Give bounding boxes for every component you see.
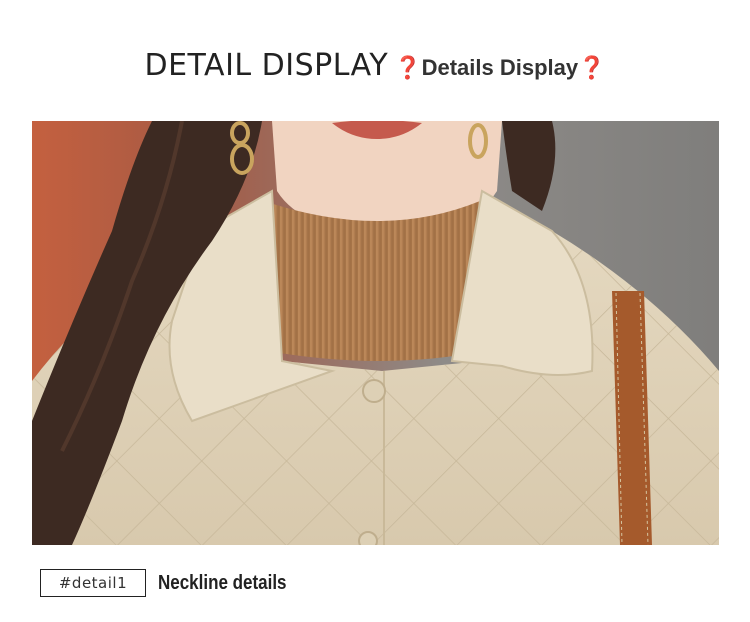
detail-tag: #detail1 [40,569,146,597]
detail-footer: #detail1 Neckline details [40,568,309,598]
section-subtitle: ❓Details Display❓ [394,55,606,81]
section-header: DETAIL DISPLAY ❓Details Display❓ [0,40,750,90]
product-detail-photo [32,121,719,545]
section-title: DETAIL DISPLAY [144,47,389,83]
detail-caption: Neckline details [158,571,287,594]
